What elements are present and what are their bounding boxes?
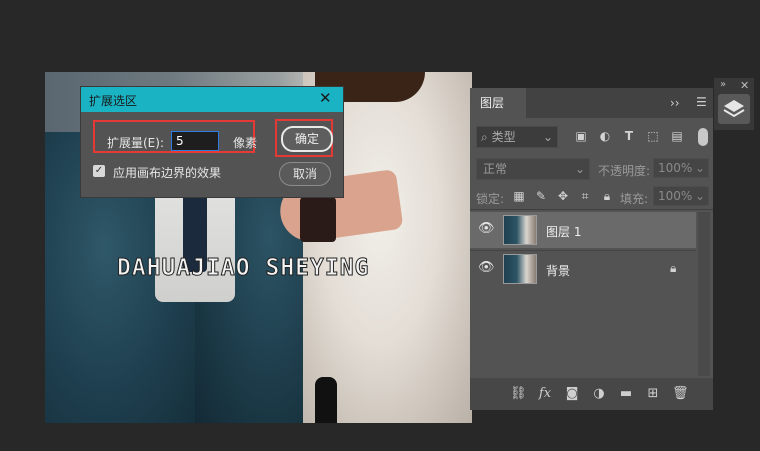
blend-mode-value: 正常: [483, 162, 508, 176]
shape-filter-icon[interactable]: ⬚: [646, 129, 660, 143]
hamburger-menu-icon[interactable]: ☰: [696, 95, 707, 109]
eye-icon[interactable]: 👁︎: [478, 261, 495, 274]
layers-panel-button[interactable]: [718, 94, 750, 124]
close-icon[interactable]: ✕: [319, 89, 332, 107]
chevron-down-icon: ⌄: [542, 130, 553, 144]
filter-kind-label: 类型: [491, 130, 516, 144]
close-icon[interactable]: ✕: [740, 79, 749, 92]
fill-label: 填充:: [620, 192, 649, 206]
panel-tab-bar: 图层 ›› ☰: [470, 88, 713, 118]
fill-input[interactable]: 100% ⌄: [653, 186, 709, 206]
watermark-text-selection: DAHUAJIAO SHEYING: [116, 255, 370, 282]
layer-thumbnail: [503, 215, 537, 245]
filter-toggle-switch[interactable]: [698, 128, 708, 146]
divider: [470, 209, 713, 210]
expand-selection-dialog: 扩展选区 ✕ 扩展量(E): 像素 确定 取消 ✓ 应用画布边界的效果: [80, 86, 344, 198]
fill-value: 100%: [658, 189, 693, 203]
lock-icon: 🔒︎: [670, 261, 677, 275]
link-layers-icon[interactable]: ⛓︎: [510, 386, 527, 402]
lock-artboard-icon[interactable]: ⌗: [578, 189, 592, 203]
layer-name: 图层 1: [546, 225, 582, 239]
dialog-title-bar[interactable]: 扩展选区 ✕: [81, 87, 343, 112]
adjustment-layer-icon[interactable]: ◑: [591, 386, 607, 402]
chevron-down-icon: ⌄: [574, 162, 585, 176]
lock-label: 锁定:: [476, 192, 505, 206]
image-filter-icon[interactable]: ▣: [574, 129, 588, 143]
layer-row[interactable]: 👁︎ 图层 1: [470, 212, 696, 248]
new-group-icon[interactable]: ▬: [618, 386, 634, 402]
cancel-button[interactable]: 取消: [279, 162, 331, 186]
delete-layer-icon[interactable]: 🗑︎: [672, 386, 689, 402]
opacity-input[interactable]: 100% ⌄: [653, 158, 709, 178]
amount-label: 扩展量(E):: [107, 136, 164, 150]
lock-position-icon[interactable]: ✥: [556, 189, 570, 203]
tab-layers[interactable]: 图层: [470, 88, 526, 118]
amount-input[interactable]: [171, 131, 219, 151]
unit-label: 像素: [233, 136, 258, 150]
photo-wine-glass: [300, 197, 336, 242]
eye-icon[interactable]: 👁︎: [478, 222, 495, 235]
checkbox-label: 应用画布边界的效果: [113, 166, 222, 180]
search-icon: ⌕: [481, 130, 488, 144]
opacity-value: 100%: [658, 161, 693, 175]
apply-canvas-bounds-checkbox[interactable]: ✓: [93, 165, 105, 177]
adjustment-filter-icon[interactable]: ◐: [598, 129, 612, 143]
add-mask-icon[interactable]: ◙: [564, 386, 580, 402]
chevron-down-icon: ⌄: [694, 189, 705, 203]
layers-stack-icon: [723, 100, 745, 118]
collapsed-panel-dock: » ✕: [714, 78, 754, 130]
lock-transparent-icon[interactable]: ▦: [512, 189, 526, 203]
double-chevron-right-icon[interactable]: »: [720, 79, 726, 90]
dialog-title: 扩展选区: [89, 94, 138, 108]
filter-kind-select[interactable]: ⌕ 类型 ⌄: [476, 126, 558, 148]
layer-name: 背景: [546, 264, 571, 278]
lock-all-icon[interactable]: 🔒︎: [600, 189, 614, 203]
lock-pixels-icon[interactable]: ✎: [534, 189, 548, 203]
layers-panel: 图层 ›› ☰ ⌕ 类型 ⌄ ▣ ◐ T ⬚ ▤ 正常 ⌄ 不透明度: 100%…: [470, 88, 713, 410]
fx-icon[interactable]: fx: [537, 386, 553, 402]
layer-thumbnail: [503, 254, 537, 284]
blend-mode-select[interactable]: 正常 ⌄: [476, 158, 590, 180]
panel-bottom-toolbar: ⛓︎ fx ◙ ◑ ▬ ⊞ 🗑︎: [470, 378, 713, 410]
smart-object-filter-icon[interactable]: ▤: [670, 129, 684, 143]
type-filter-icon[interactable]: T: [622, 129, 636, 143]
double-chevron-right-icon[interactable]: ››: [670, 96, 680, 110]
layer-row[interactable]: 👁︎ 背景 🔒︎: [470, 250, 696, 286]
opacity-label: 不透明度:: [598, 164, 651, 178]
ok-button[interactable]: 确定: [281, 126, 333, 152]
photo-bottle: [315, 377, 337, 423]
chevron-down-icon: ⌄: [694, 161, 705, 175]
new-layer-icon[interactable]: ⊞: [645, 386, 661, 402]
layers-scrollbar[interactable]: [698, 212, 710, 376]
